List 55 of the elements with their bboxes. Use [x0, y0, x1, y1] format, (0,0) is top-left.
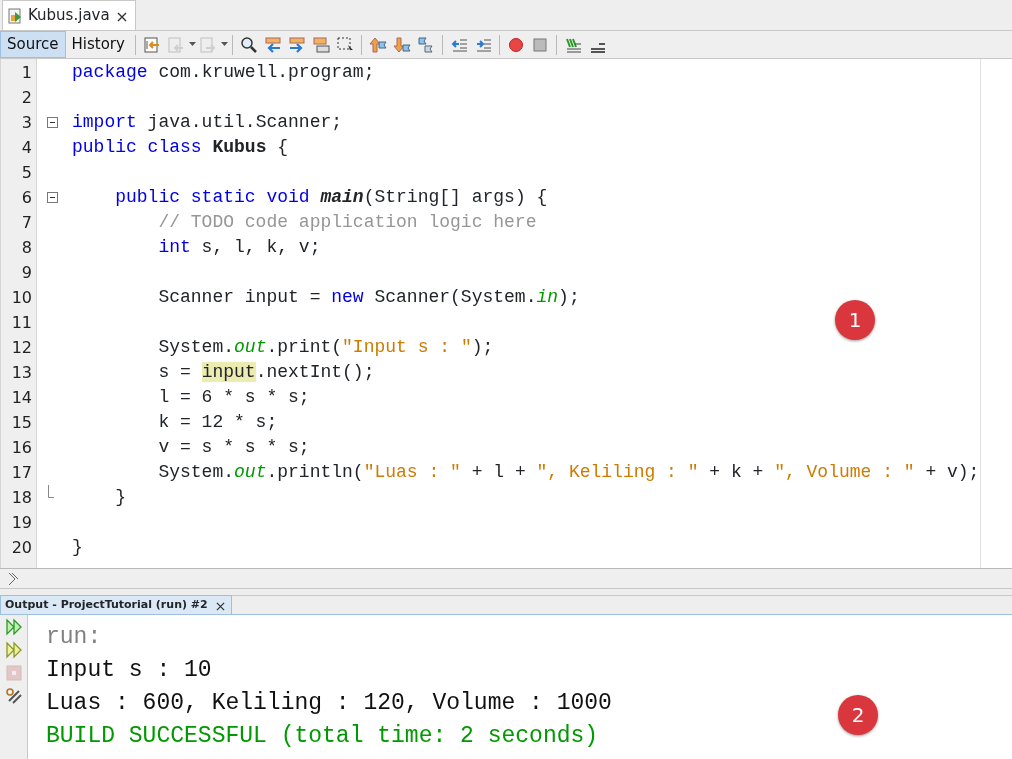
- line-number: 4: [20, 137, 33, 159]
- output-line: Input s : 10: [46, 656, 213, 685]
- line-number: 14: [10, 387, 33, 409]
- line-number: 16: [10, 437, 33, 459]
- output-line: BUILD SUCCESSFUL (total time: 2 seconds): [46, 722, 600, 751]
- code-line: // TODO code application logic here: [157, 211, 538, 234]
- line-number: 13: [10, 362, 33, 384]
- line-number: 9: [20, 262, 33, 284]
- caret-icon[interactable]: [188, 42, 196, 47]
- line-number: 10: [10, 287, 33, 309]
- line-number: 17: [10, 462, 33, 484]
- code-line: System.out.print("Input s : ");: [157, 336, 495, 359]
- code-line: package com.kruwell.program;: [72, 61, 376, 84]
- output-tab-title: Output - ProjectTutorial (run) #2: [5, 596, 208, 613]
- java-file-icon: [7, 7, 23, 24]
- code-line: }: [72, 536, 84, 559]
- file-tab-title: Kubus.java: [28, 5, 110, 27]
- collapse-icon[interactable]: [46, 192, 58, 203]
- output-line: run:: [46, 623, 103, 652]
- collapse-icon[interactable]: [46, 117, 58, 128]
- code-line: v = s * s * s;: [157, 436, 311, 459]
- line-number: 12: [10, 337, 33, 359]
- line-number: 1: [20, 62, 33, 84]
- line-number: 20: [10, 537, 33, 559]
- file-tab[interactable]: Kubus.java: [2, 0, 136, 30]
- line-number: 11: [10, 312, 33, 334]
- code-line: System.out.println("Luas : " + l + ", Keliling : " + k + ", Volume : " + v);: [157, 461, 981, 484]
- code-line: import java.util.Scanner;: [72, 111, 344, 134]
- code-line: }: [114, 486, 127, 509]
- callout-number: 1: [835, 300, 875, 340]
- line-number: 2: [20, 87, 33, 109]
- code-line: s = input.nextInt();: [157, 361, 376, 384]
- line-number: 19: [10, 512, 33, 534]
- line-number: 15: [10, 412, 33, 434]
- line-number: 7: [20, 212, 33, 234]
- line-number: 18: [10, 487, 33, 509]
- source-tab[interactable]: Source: [0, 31, 66, 58]
- callout-number: 2: [838, 695, 878, 735]
- caret-icon[interactable]: [220, 42, 228, 47]
- line-number: 3: [20, 112, 33, 134]
- output-line: Luas : 600, Keliling : 120, Volume : 1000: [46, 689, 612, 718]
- code-line: Scanner input = new Scanner(System.in);: [157, 286, 581, 309]
- line-number: 5: [20, 162, 33, 184]
- code-line: int s, l, k, v;: [157, 236, 322, 259]
- rerun-icon[interactable]: [3, 617, 24, 637]
- code-line: public static void main(String[] args) {: [114, 186, 549, 209]
- code-line: k = 12 * s;: [157, 411, 279, 434]
- line-number: 6: [20, 187, 33, 209]
- rerun-with-options-icon[interactable]: [3, 640, 24, 660]
- code-line: public class Kubus {: [72, 136, 290, 159]
- output-tab[interactable]: Output - ProjectTutorial (run) #2: [0, 595, 232, 614]
- code-line: l = 6 * s * s;: [157, 386, 311, 409]
- history-tab[interactable]: History: [65, 31, 131, 58]
- line-number: 8: [20, 237, 33, 259]
- chevron-right-icon[interactable]: [8, 571, 18, 586]
